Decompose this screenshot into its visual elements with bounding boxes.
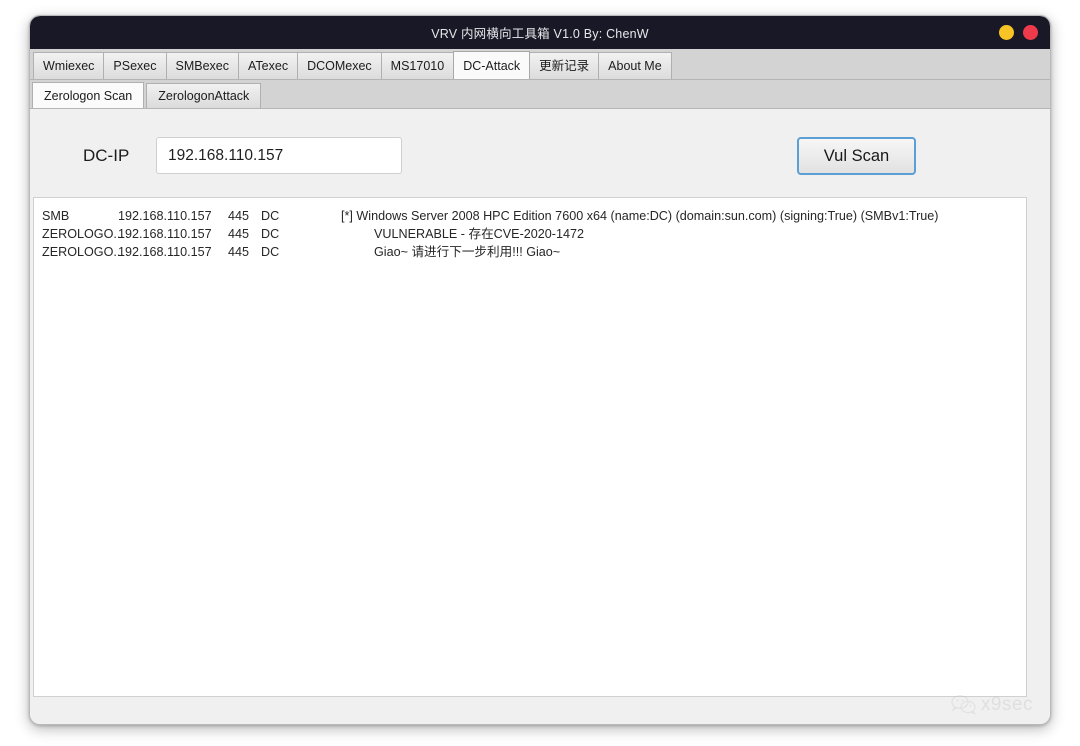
output-message: [*] Windows Server 2008 HPC Edition 7600… xyxy=(341,207,1026,225)
tab-psexec[interactable]: PSexec xyxy=(103,52,166,79)
title-bar: VRV 内网横向工具箱 V1.0 By: ChenW xyxy=(30,16,1050,49)
output-protocol: ZEROLOGO... xyxy=(42,225,118,243)
output-host: DC xyxy=(261,207,341,225)
tab-wmiexec[interactable]: Wmiexec xyxy=(33,52,104,79)
output-host: DC xyxy=(261,225,341,243)
output-message: VULNERABLE - 存在CVE-2020-1472 xyxy=(341,225,1026,243)
application-window: VRV 内网横向工具箱 V1.0 By: ChenW Wmiexec PSexe… xyxy=(29,15,1051,725)
output-protocol: SMB xyxy=(42,207,118,225)
tab-dc-attack[interactable]: DC-Attack xyxy=(453,51,530,79)
close-button-icon[interactable] xyxy=(1023,25,1038,40)
vul-scan-button[interactable]: Vul Scan xyxy=(797,137,916,175)
output-ip: 192.168.110.157 xyxy=(118,207,228,225)
watermark: x9sec xyxy=(951,694,1033,716)
scan-output-panel[interactable]: SMB 192.168.110.157 445 DC [*] Windows S… xyxy=(33,197,1027,697)
tab-atexec[interactable]: ATexec xyxy=(238,52,298,79)
output-port: 445 xyxy=(228,243,261,261)
content-area: DC-IP Vul Scan SMB 192.168.110.157 445 D… xyxy=(30,109,1050,724)
output-host: DC xyxy=(261,243,341,261)
tab-about-me[interactable]: About Me xyxy=(598,52,672,79)
tab-dcomexec[interactable]: DCOMexec xyxy=(297,52,382,79)
output-ip: 192.168.110.157 xyxy=(118,243,228,261)
main-tab-bar: Wmiexec PSexec SMBexec ATexec DCOMexec M… xyxy=(30,49,1050,80)
output-line: ZEROLOGO... 192.168.110.157 445 DC VULNE… xyxy=(34,225,1026,243)
output-line: ZEROLOGO... 192.168.110.157 445 DC Giao~… xyxy=(34,243,1026,261)
window-controls xyxy=(999,16,1038,49)
tab-smbexec[interactable]: SMBexec xyxy=(166,52,240,79)
output-port: 445 xyxy=(228,225,261,243)
subtab-zerologon-attack[interactable]: ZerologonAttack xyxy=(146,83,261,108)
wechat-icon xyxy=(951,694,977,716)
output-message: Giao~ 请进行下一步利用!!! Giao~ xyxy=(341,243,1026,261)
output-ip: 192.168.110.157 xyxy=(118,225,228,243)
tab-ms17010[interactable]: MS17010 xyxy=(381,52,455,79)
output-line: SMB 192.168.110.157 445 DC [*] Windows S… xyxy=(34,207,1026,225)
scan-form-row: DC-IP Vul Scan xyxy=(30,137,1050,185)
sub-tab-bar: Zerologon Scan ZerologonAttack xyxy=(30,80,1050,109)
output-port: 445 xyxy=(228,207,261,225)
window-title: VRV 内网横向工具箱 V1.0 By: ChenW xyxy=(431,23,649,42)
minimize-button-icon[interactable] xyxy=(999,25,1014,40)
dcip-label: DC-IP xyxy=(83,146,129,166)
output-protocol: ZEROLOGO... xyxy=(42,243,118,261)
subtab-zerologon-scan[interactable]: Zerologon Scan xyxy=(32,82,144,108)
watermark-text: x9sec xyxy=(981,694,1033,716)
tab-update-log[interactable]: 更新记录 xyxy=(529,52,599,79)
dcip-input[interactable] xyxy=(156,137,402,174)
